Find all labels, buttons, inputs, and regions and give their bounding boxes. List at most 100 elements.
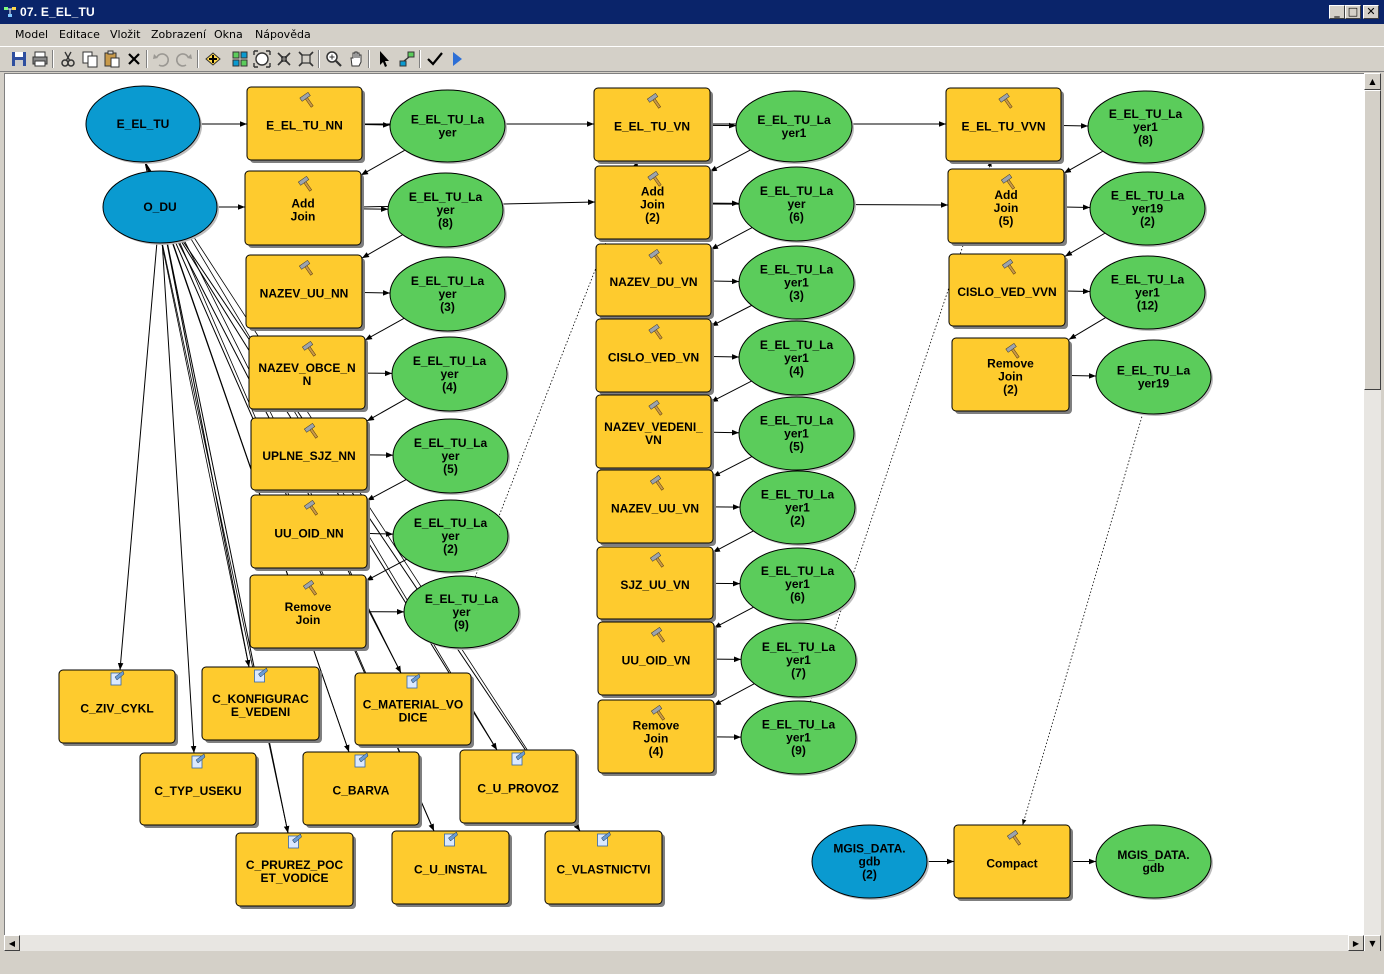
tool-node-c8[interactable]: C_U_INSTAL	[391, 830, 512, 907]
output-node-e3[interactable]: E_EL_TU_La yer1 (3)	[738, 245, 856, 321]
output-node-d4[interactable]: E_EL_TU_La yer (4)	[391, 336, 509, 413]
connector[interactable]	[1022, 413, 1144, 826]
input-node-in_mgis[interactable]: MGIS_DATA. gdb (2)	[811, 824, 929, 900]
connector[interactable]	[709, 149, 751, 173]
tool-node-t1[interactable]: E_EL_TU_NN	[246, 86, 365, 163]
output-node-e7[interactable]: E_EL_TU_La yer1 (6)	[739, 547, 857, 622]
tool-node-m2[interactable]: Add Join (2)	[594, 165, 713, 242]
connector[interactable]	[117, 242, 158, 671]
connector[interactable]	[1063, 150, 1104, 174]
tool-node-m5[interactable]: NAZEV_VEDENI_ VN	[595, 394, 714, 471]
vertical-scrollbar[interactable]: ▲ ▼	[1364, 73, 1381, 952]
close-button[interactable]: ✕	[1363, 5, 1379, 19]
menu-vlozit[interactable]: Vložit	[110, 28, 140, 41]
input-node-in_eeltu[interactable]: E_EL_TU	[85, 85, 202, 164]
output-node-e5[interactable]: E_EL_TU_La yer1 (5)	[738, 396, 856, 472]
output-node-d5[interactable]: E_EL_TU_La yer (5)	[392, 418, 510, 495]
scroll-down-button[interactable]: ▼	[1364, 935, 1381, 952]
connector[interactable]	[361, 234, 403, 259]
output-node-e8[interactable]: E_EL_TU_La yer1 (7)	[740, 622, 858, 699]
connector[interactable]	[364, 317, 405, 341]
output-node-out_mgis[interactable]: MGIS_DATA. gdb	[1095, 824, 1213, 900]
fixed-zoom-out-button[interactable]	[296, 49, 316, 69]
tool-node-t2[interactable]: Add Join	[244, 170, 364, 248]
maximize-button[interactable]: □	[1345, 5, 1361, 19]
tool-node-m6[interactable]: NAZEV_UU_VN	[596, 469, 716, 546]
output-node-d6[interactable]: E_EL_TU_La yer (2)	[392, 499, 510, 574]
add-data-button[interactable]	[203, 49, 223, 69]
scroll-right-button[interactable]: ▶	[1348, 935, 1364, 951]
connector[interactable]	[366, 479, 407, 501]
save-button[interactable]	[9, 49, 29, 69]
tool-node-c9[interactable]: C_VLASTNICTVI	[544, 830, 665, 907]
tool-node-m4[interactable]: CISLO_VED_VN	[595, 318, 714, 395]
connector[interactable]	[1068, 317, 1106, 340]
tool-node-t3[interactable]: NAZEV_UU_NN	[245, 254, 365, 331]
tool-node-c5[interactable]: C_BARVA	[302, 751, 422, 828]
menu-napoveda[interactable]: Nápověda	[255, 28, 311, 41]
validate-button[interactable]	[425, 49, 445, 69]
scroll-up-button[interactable]: ▲	[1364, 73, 1381, 90]
connector[interactable]	[710, 227, 753, 250]
cut-button[interactable]	[58, 49, 78, 69]
full-extent-button[interactable]	[252, 49, 272, 69]
connector[interactable]	[713, 606, 754, 629]
tool-node-c1[interactable]: C_ZIV_CYKL	[58, 669, 178, 746]
auto-layout-button[interactable]	[230, 49, 250, 69]
select-button[interactable]	[375, 49, 395, 69]
model-canvas[interactable]: E_EL_TU O_DU E_EL_TU_NN E_EL_TU_La yer Add Joi…	[4, 73, 1365, 936]
pan-button[interactable]	[346, 49, 366, 69]
copy-button[interactable]	[80, 49, 100, 69]
connector[interactable]	[712, 456, 753, 478]
undo-button[interactable]	[151, 49, 171, 69]
output-node-e6[interactable]: E_EL_TU_La yer1 (2)	[739, 470, 857, 546]
output-node-d7[interactable]: E_EL_TU_La yer (9)	[403, 575, 521, 650]
scroll-left-button[interactable]: ◀	[4, 935, 20, 951]
output-node-e2[interactable]: E_EL_TU_La yer (6)	[738, 166, 856, 243]
horizontal-scrollbar[interactable]: ◀ ▶	[4, 935, 1364, 951]
tool-node-t7[interactable]: Remove Join	[249, 574, 369, 651]
output-node-f1[interactable]: E_EL_TU_La yer1 (8)	[1087, 90, 1205, 165]
tool-node-c4[interactable]: C_TYP_USEKU	[139, 752, 259, 828]
output-node-f3[interactable]: E_EL_TU_La yer1 (12)	[1089, 255, 1207, 331]
menu-model[interactable]: Model	[15, 28, 48, 41]
tool-node-m1[interactable]: E_EL_TU_VN	[593, 87, 713, 164]
output-node-d3[interactable]: E_EL_TU_La yer (3)	[389, 256, 507, 333]
vertical-scroll-thumb[interactable]	[1364, 90, 1381, 390]
menu-zobrazeni[interactable]: Zobrazení	[151, 28, 206, 41]
output-node-f4[interactable]: E_EL_TU_La yer19	[1095, 339, 1213, 416]
tool-node-r3[interactable]: CISLO_VED_VVN	[948, 253, 1068, 329]
output-node-e9[interactable]: E_EL_TU_La yer1 (9)	[740, 700, 858, 776]
output-node-d1[interactable]: E_EL_TU_La yer	[389, 89, 507, 164]
tool-node-r4[interactable]: Remove Join (2)	[951, 337, 1072, 414]
connector[interactable]	[1064, 232, 1106, 257]
tool-node-r1[interactable]: E_EL_TU_VVN	[945, 87, 1064, 164]
connect-button[interactable]	[397, 49, 417, 69]
input-node-in_odu[interactable]: O_DU	[102, 170, 219, 245]
connector[interactable]	[166, 242, 251, 668]
paste-button[interactable]	[102, 49, 122, 69]
tool-node-m3[interactable]: NAZEV_DU_VN	[595, 243, 714, 319]
fixed-zoom-in-button[interactable]	[274, 49, 294, 69]
connector[interactable]	[366, 398, 407, 422]
connector[interactable]	[712, 530, 754, 553]
output-node-e1[interactable]: E_EL_TU_La yer1	[735, 90, 854, 164]
print-button[interactable]	[30, 49, 50, 69]
tool-node-t4[interactable]: NAZEV_OBCE_N N	[248, 335, 368, 412]
connector[interactable]	[710, 304, 752, 327]
output-node-e4[interactable]: E_EL_TU_La yer1 (4)	[738, 320, 856, 397]
connector[interactable]	[360, 149, 406, 176]
tool-node-t5[interactable]: UPLNE_SJZ_NN	[250, 417, 370, 493]
connector[interactable]	[710, 380, 752, 403]
connector[interactable]	[713, 683, 755, 706]
tool-node-compact[interactable]: Compact	[953, 824, 1073, 901]
tool-node-c3[interactable]: C_MATERIAL_VO DICE	[354, 672, 474, 748]
tool-node-t6[interactable]: UU_OID_NN	[250, 494, 370, 571]
connector[interactable]	[365, 558, 407, 582]
output-node-d2[interactable]: E_EL_TU_La yer (8)	[387, 172, 505, 249]
minimize-button[interactable]: _	[1329, 5, 1345, 19]
delete-button[interactable]	[124, 49, 144, 69]
tool-node-c7[interactable]: C_PRUREZ_POC ET_VODICE	[235, 832, 356, 909]
tool-node-c2[interactable]: C_KONFIGURAC E_VEDENI	[201, 666, 322, 743]
tool-node-m9[interactable]: Remove Join (4)	[597, 699, 717, 776]
